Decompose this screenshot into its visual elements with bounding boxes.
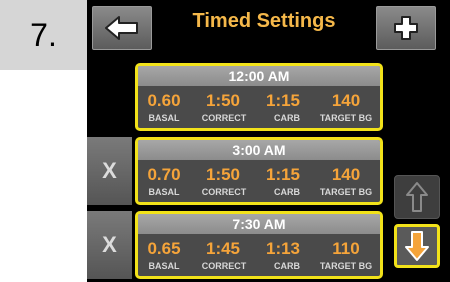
correct-value: 1:45 [205,239,241,258]
correct-label: CORRECT [201,187,247,197]
back-arrow-icon [105,16,138,40]
delete-segment-button[interactable]: X [87,211,132,279]
correct-value: 1:50 [205,91,241,110]
correct-label: CORRECT [201,113,247,123]
scroll-down-button[interactable] [394,224,440,268]
target-bg-value: 110 [332,239,360,258]
carb-label: CARB [274,113,300,123]
carb-value: 1:13 [265,239,301,258]
pump-screen: Timed Settings 12:00 AM 0.60 1:50 1:15 1… [87,0,450,282]
segment-row[interactable]: 12:00 AM 0.60 1:50 1:15 140 BASAL CORREC… [135,63,383,131]
basal-value: 0.70 [147,165,181,184]
target-bg-label: TARGET BG [319,113,373,123]
plus-icon [394,16,418,40]
target-bg-value: 140 [331,165,361,184]
basal-label: BASAL [148,187,180,197]
segment-row[interactable]: 3:00 AM 0.70 1:50 1:15 140 BASAL CORRECT… [135,137,383,205]
target-bg-value: 140 [331,91,361,110]
basal-value: 0.60 [147,91,181,110]
basal-value: 0.65 [147,239,181,258]
carb-value: 1:15 [265,91,301,110]
segment-time: 3:00 AM [138,140,380,160]
basal-label: BASAL [148,261,180,271]
segment-time: 7:30 AM [138,214,380,234]
scroll-up-button[interactable] [394,175,440,219]
target-bg-label: TARGET BG [319,261,373,271]
carb-value: 1:15 [265,165,301,184]
segment-row[interactable]: 7:30 AM 0.65 1:45 1:13 110 BASAL CORRECT… [135,211,383,279]
back-button[interactable] [92,6,152,50]
basal-label: BASAL [148,113,180,123]
carb-label: CARB [274,261,300,271]
step-number: 7. [30,16,57,53]
down-arrow-icon [405,231,429,261]
screen-title: Timed Settings [192,10,336,32]
segment-time: 12:00 AM [138,66,380,86]
step-number-box: 7. [0,0,87,70]
carb-label: CARB [274,187,300,197]
delete-segment-button[interactable]: X [87,137,132,205]
add-button[interactable] [376,6,436,50]
correct-value: 1:50 [205,165,241,184]
correct-label: CORRECT [201,261,247,271]
target-bg-label: TARGET BG [319,187,373,197]
up-arrow-icon [406,182,428,212]
